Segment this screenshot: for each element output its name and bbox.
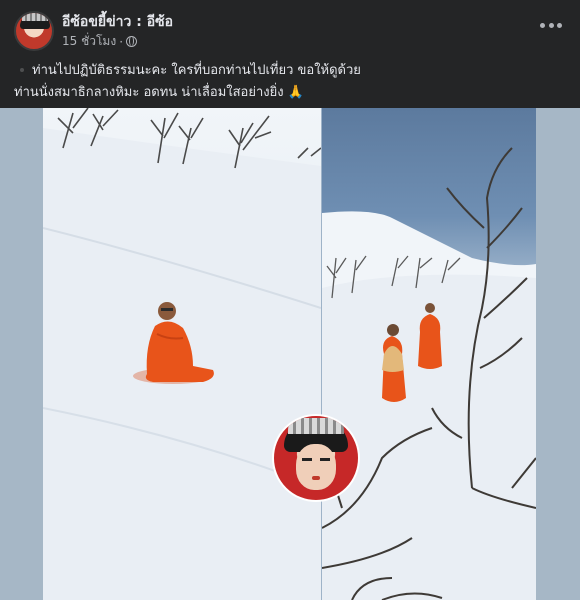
post-photo[interactable] (0, 108, 580, 600)
more-options-icon[interactable] (540, 20, 562, 30)
caption-line-2: ท่านนั่งสมาธิกลางหิมะ อดทน น่าเลื่อมใสอย… (14, 82, 566, 104)
photo-letterbox-left (0, 108, 43, 600)
page-avatar[interactable] (14, 11, 54, 51)
photo-right-panel (322, 108, 536, 600)
post-header: อีซ้อขยี้ข่าว : อีซ้อ 15 ชั่วโมง · (0, 0, 580, 56)
photo-letterbox-right (536, 108, 580, 600)
snow-slope-illustration (43, 108, 321, 600)
watermark-avatar-logo (272, 414, 360, 502)
mountain-snow-illustration (322, 147, 536, 600)
facebook-post: อีซ้อขยี้ข่าว : อีซ้อ 15 ชั่วโมง · ท่านไ… (0, 0, 580, 600)
bullet-dot-icon (20, 67, 24, 72)
pray-emoji: 🙏 (287, 85, 304, 100)
post-meta: 15 ชั่วโมง · (62, 32, 138, 51)
photo-left-panel (43, 108, 321, 600)
caption-line-1: ท่านไปปฏิบัติธรรมนะคะ ใครที่บอกท่านไปเที… (14, 60, 566, 82)
globe-icon (126, 36, 138, 47)
post-timestamp[interactable]: 15 ชั่วโมง (62, 32, 116, 51)
meta-separator: · (119, 34, 124, 49)
page-name-link[interactable]: อีซ้อขยี้ข่าว : อีซ้อ (62, 11, 173, 33)
post-caption: ท่านไปปฏิบัติธรรมนะคะ ใครที่บอกท่านไปเที… (14, 60, 566, 104)
